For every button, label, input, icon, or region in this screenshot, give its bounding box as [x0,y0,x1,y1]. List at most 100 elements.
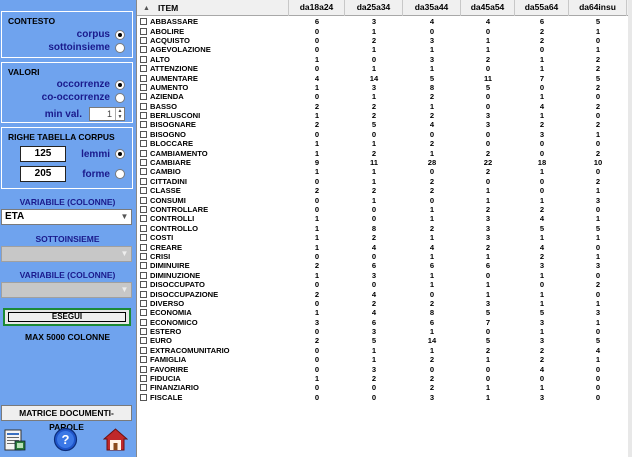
row-checkbox[interactable] [140,55,147,63]
stepper-arrows-icon[interactable]: ▲ ▼ [115,108,124,120]
lemmi-count-field[interactable]: 125 [20,146,66,162]
row-checkbox[interactable] [140,328,147,336]
table-row[interactable]: CAMBIAMENTO 1 2 1 2 0 2 [137,148,632,158]
column-header-da64insu[interactable]: da64insu [569,0,627,16]
row-checkbox[interactable] [140,177,147,185]
row-checkbox[interactable] [140,121,147,129]
table-row[interactable]: DISOCCUPAZIONE 2 4 0 1 1 0 [137,289,632,299]
row-checkbox[interactable] [140,206,147,213]
row-checkbox[interactable] [140,65,147,73]
matrice-documenti-parole-button[interactable]: MATRICE DOCUMENTI-PAROLE [1,405,132,432]
table-row[interactable]: CAMBIO 1 1 0 2 1 0 [137,167,632,176]
table-row[interactable]: CONTROLLO 1 8 2 3 5 5 [137,224,632,233]
row-checkbox[interactable] [140,18,147,26]
corpus-radio[interactable] [115,29,125,40]
row-checkbox[interactable] [140,365,147,373]
table-row[interactable]: BASSO 2 2 1 0 4 2 [137,102,632,111]
table-row[interactable]: COSTI 1 2 1 3 1 1 [137,233,632,242]
row-checkbox[interactable] [140,83,147,91]
row-checkbox[interactable] [140,36,147,44]
row-checkbox[interactable] [140,46,147,54]
chevron-down-icon[interactable]: ▼ [118,210,131,224]
row-checkbox[interactable] [140,290,147,298]
row-checkbox[interactable] [140,384,147,392]
row-checkbox[interactable] [140,224,147,232]
row-checkbox[interactable] [140,130,147,138]
table-row[interactable]: CAMBIARE 9 11 28 22 18 10 [137,158,632,167]
sottoinsieme-option[interactable]: sottoinsieme [48,41,125,54]
table-row[interactable]: CONTROLLARE 0 0 1 2 2 0 [137,205,632,214]
table-row[interactable]: ESTERO 0 3 1 0 1 0 [137,327,632,336]
table-row[interactable]: FIDUCIA 1 2 2 0 0 0 [137,374,632,383]
table-row[interactable]: AUMENTO 1 3 8 5 0 2 [137,83,632,92]
table-row[interactable]: EXTRACOMUNITARIO 0 1 1 2 2 4 [137,346,632,355]
table-row[interactable]: EURO 2 5 14 5 3 5 [137,336,632,345]
minval-stepper[interactable]: 1 ▲ ▼ [89,107,125,121]
row-checkbox[interactable] [140,318,147,326]
help-icon[interactable]: ? [53,427,78,452]
sottoinsieme-radio[interactable] [115,42,125,53]
table-row[interactable]: CITTADINI 0 1 2 0 0 2 [137,177,632,186]
row-checkbox[interactable] [140,234,147,242]
table-row[interactable]: CLASSE 2 2 2 1 0 1 [137,186,632,195]
row-checkbox[interactable] [140,74,147,82]
table-row[interactable]: DIVERSO 0 2 2 3 1 1 [137,299,632,308]
table-row[interactable]: AZIENDA 0 1 2 0 1 0 [137,92,632,101]
row-checkbox[interactable] [140,281,147,289]
table-row[interactable]: FISCALE 0 0 3 1 3 0 [137,393,632,402]
table-row[interactable]: FAVORIRE 0 3 0 0 4 0 [137,364,632,374]
column-header-da55a64[interactable]: da55a64 [515,0,569,16]
table-row[interactable]: DIMINUZIONE 1 3 1 0 1 0 [137,271,632,280]
row-checkbox[interactable] [140,356,147,364]
esegui-button[interactable]: ESEGUI [8,312,126,322]
table-row[interactable]: BLOCCARE 1 1 2 0 0 0 [137,139,632,148]
table-row[interactable]: ABOLIRE 0 1 0 0 2 1 [137,26,632,36]
column-header-da35a44[interactable]: da35a44 [403,0,461,16]
row-checkbox[interactable] [140,168,147,176]
row-checkbox[interactable] [140,262,147,270]
row-checkbox[interactable] [140,375,147,383]
cooccorrenze-radio[interactable] [115,92,125,103]
forme-count-field[interactable]: 205 [20,166,66,182]
row-checkbox[interactable] [140,215,147,223]
row-checkbox[interactable] [140,299,147,307]
lemmi-option[interactable]: lemmi [81,146,125,162]
row-checkbox[interactable] [140,93,147,101]
row-checkbox[interactable] [140,27,147,35]
table-row[interactable]: ABBASSARE 6 3 4 4 6 5 [137,17,632,26]
chevron-down-icon[interactable]: ▼ [118,283,131,297]
table-export-icon[interactable] [2,427,27,452]
table-row[interactable]: CONSUMI 0 1 0 1 1 3 [137,195,632,205]
row-checkbox[interactable] [140,187,147,195]
row-checkbox[interactable] [140,243,147,251]
table-row[interactable]: CONTROLLI 1 0 1 3 4 1 [137,214,632,223]
table-row[interactable]: ECONOMICO 3 6 6 7 3 1 [137,318,632,327]
row-checkbox[interactable] [140,102,147,110]
home-icon[interactable] [102,427,129,452]
row-checkbox[interactable] [140,252,147,260]
table-row[interactable]: DIMINUIRE 2 6 6 6 3 3 [137,261,632,270]
occorrenze-radio[interactable] [115,79,125,90]
row-checkbox[interactable] [140,159,147,167]
vertical-scrollbar[interactable] [628,0,632,457]
row-checkbox[interactable] [140,309,147,317]
table-row[interactable]: BERLUSCONI 1 2 2 3 1 0 [137,111,632,120]
column-header-item[interactable]: ▲ ITEM [137,0,289,16]
column-header-da25a34[interactable]: da25a34 [345,0,403,16]
row-checkbox[interactable] [140,346,147,354]
forme-option[interactable]: forme [82,166,125,182]
chevron-down-icon[interactable]: ▼ [118,247,131,261]
table-row[interactable]: ATTENZIONE 0 1 1 0 1 2 [137,64,632,73]
table-row[interactable]: ALTO 1 0 3 2 1 2 [137,55,632,64]
table-row[interactable]: ECONOMIA 1 4 8 5 5 3 [137,308,632,317]
variabile2-select[interactable]: ▼ [1,282,132,298]
forme-radio[interactable] [115,169,125,179]
occorrenze-option[interactable]: occorrenze [57,78,125,91]
table-row[interactable]: ACQUISTO 0 2 3 1 2 0 [137,36,632,45]
row-checkbox[interactable] [140,112,147,120]
table-row[interactable]: AUMENTARE 4 14 5 11 7 5 [137,73,632,83]
table-row[interactable]: FINANZIARIO 0 0 2 1 1 0 [137,383,632,392]
corpus-option[interactable]: corpus [77,28,125,41]
row-checkbox[interactable] [140,196,147,204]
table-row[interactable]: BISOGNARE 2 5 4 3 2 2 [137,120,632,129]
